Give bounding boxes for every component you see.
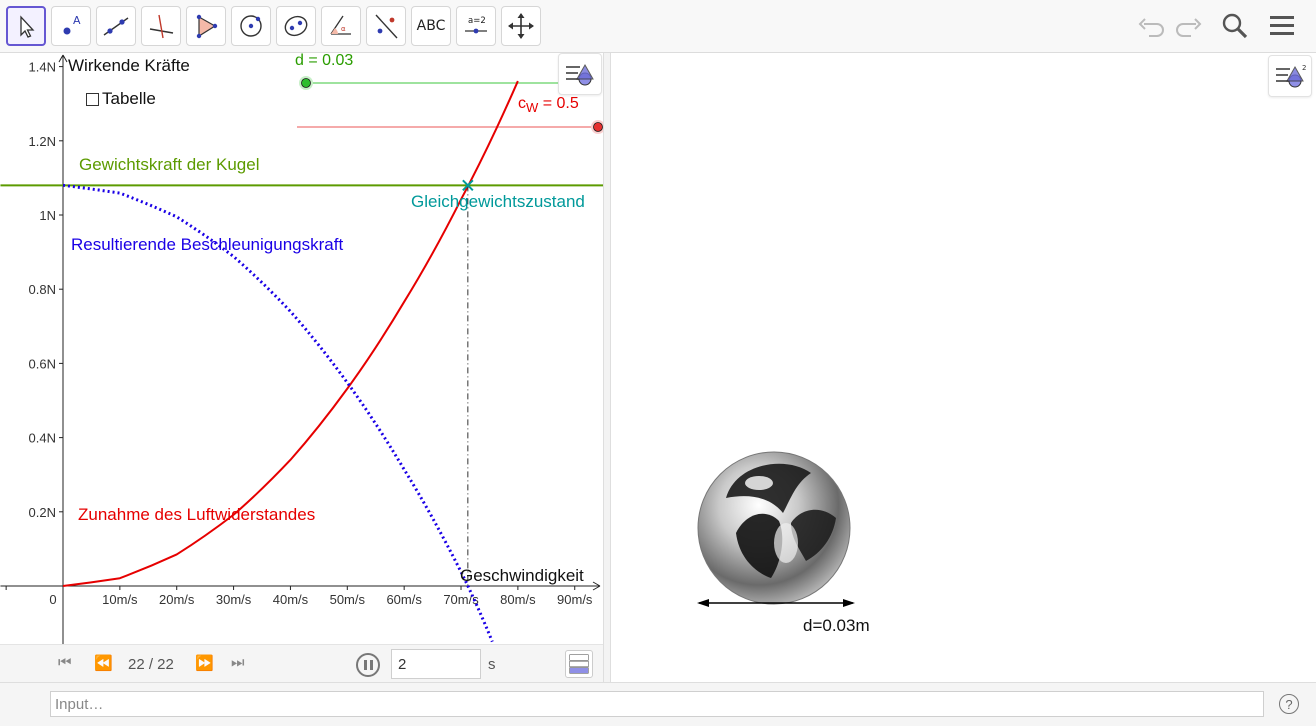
equilibrium-label: Gleichgewichtszustand	[411, 192, 585, 211]
svg-text:α: α	[341, 25, 346, 33]
undo-icon	[1138, 18, 1164, 37]
text-tool-button[interactable]: ABC	[411, 6, 451, 46]
y-tick-label: 0.8N	[29, 282, 56, 297]
input-bar: ?	[0, 682, 1316, 726]
origin-label: 0	[49, 592, 56, 607]
next-step-icon[interactable]: ⏩	[195, 654, 214, 672]
move-tool-button[interactable]	[6, 6, 46, 46]
polygon-tool-button[interactable]	[186, 6, 226, 46]
polygon-icon	[196, 14, 218, 39]
graphics-view-2[interactable]: 2 d=0.03m	[611, 53, 1316, 682]
reflect-tool-button[interactable]	[366, 6, 406, 46]
pause-button[interactable]	[356, 653, 380, 677]
y-tick-label: 1.4N	[29, 60, 56, 75]
perpendicular-line-icon	[149, 14, 174, 39]
circle-tool-button[interactable]	[231, 6, 271, 46]
point-icon: A	[63, 14, 81, 35]
slider-cw-knob	[593, 122, 603, 132]
resultant-force-label: Resultierende Beschleunigungskraft	[71, 235, 344, 254]
steel-ball-image	[697, 451, 851, 605]
text-icon: ABC	[416, 18, 446, 34]
slider-cw-subscript: W	[526, 100, 539, 116]
search-icon	[1222, 13, 1248, 39]
circle-icon	[240, 15, 262, 37]
diameter-arrow	[697, 599, 855, 607]
checkbox-label: Tabelle	[102, 89, 156, 108]
table-icon	[569, 654, 589, 674]
line-tool-button[interactable]	[96, 6, 136, 46]
y-tick-label: 1N	[39, 208, 56, 223]
graphics-view-1[interactable]: 10m/s 20m/s 30m/s 40m/s 50m/s 60m/s 70m/s 80m/s…	[0, 53, 603, 644]
slider-d-label: d = 0.03	[295, 53, 354, 69]
y-tick-label: 0.4N	[29, 431, 56, 446]
style-bar-icon: 2	[1276, 64, 1306, 88]
drag-increase-label: Zunahme des Luftwiderstandes	[78, 505, 316, 524]
animation-bar: ⏮ ⏪ 22 / 22 ⏩ ⏭ s	[0, 644, 603, 682]
x-tick-label: 90m/s	[557, 592, 593, 607]
slider-icon: a=2	[465, 16, 487, 34]
previous-step-icon[interactable]: ⏪	[94, 654, 113, 672]
style-bar-icon	[566, 63, 594, 86]
y-tick-label: 0.6N	[29, 356, 56, 371]
undo-button[interactable]	[1133, 8, 1169, 44]
slider-cw-name: c	[518, 95, 526, 112]
angle-icon: α	[330, 15, 351, 35]
geogebra-app: A α ABC a=2 10m/s 20m/s 30m/s 40m/s 50m/…	[0, 0, 1316, 726]
search-button[interactable]	[1217, 8, 1253, 44]
perpendicular-line-tool-button[interactable]	[141, 6, 181, 46]
y-tick-label: 1.2N	[29, 134, 56, 149]
slider-cw-label: cW = 0.5	[518, 95, 579, 115]
x-tick-label: 60m/s	[386, 592, 422, 607]
redo-button[interactable]	[1171, 8, 1207, 44]
x-tick-label: 50m/s	[330, 592, 366, 607]
menu-button[interactable]	[1264, 8, 1300, 44]
checkbox-box[interactable]	[86, 92, 99, 106]
style-bar-toggle-2[interactable]: 2	[1268, 55, 1312, 97]
toolbar: A α ABC a=2	[0, 0, 1316, 53]
table-checkbox[interactable]: Tabelle	[86, 89, 156, 109]
svg-text:a=2: a=2	[468, 16, 486, 26]
angle-tool-button[interactable]: α	[321, 6, 361, 46]
menu-icon	[1270, 16, 1294, 35]
y-tick-label: 0.2N	[29, 505, 56, 520]
x-axis-label: Geschwindigkeit	[460, 566, 584, 585]
move-graphics-view-tool-button[interactable]	[501, 6, 541, 46]
slider-cw-value: = 0.5	[538, 95, 579, 112]
x-tick-label: 30m/s	[216, 592, 252, 607]
speed-unit-label: s	[488, 656, 496, 673]
weight-force-label: Gewichtskraft der Kugel	[79, 155, 260, 174]
line-icon	[103, 17, 129, 36]
help-button[interactable]: ?	[1279, 694, 1299, 714]
slider-d-knob	[301, 78, 311, 88]
ellipse-tool-button[interactable]	[276, 6, 316, 46]
x-tick-label: 80m/s	[500, 592, 536, 607]
last-step-icon[interactable]: ⏭	[231, 654, 245, 671]
ball-diameter-label: d=0.03m	[803, 616, 870, 635]
view-divider[interactable]	[603, 53, 611, 682]
chart-title: Wirkende Kräfte	[68, 56, 190, 75]
ellipse-icon	[284, 15, 308, 37]
first-step-icon[interactable]: ⏮	[58, 654, 72, 671]
reflect-icon	[375, 14, 398, 39]
svg-text:2: 2	[1302, 64, 1306, 72]
redo-icon	[1176, 18, 1202, 37]
point-tool-button[interactable]: A	[51, 6, 91, 46]
table-view-button[interactable]	[565, 650, 593, 678]
move-view-icon	[508, 13, 534, 39]
x-tick-label: 20m/s	[159, 592, 195, 607]
svg-text:A: A	[73, 14, 81, 27]
animation-speed-input[interactable]	[391, 649, 481, 679]
force-chart: 10m/s 20m/s 30m/s 40m/s 50m/s 60m/s 70m/s 80m/s…	[0, 54, 603, 644]
algebra-input-field[interactable]	[50, 691, 1264, 717]
arrow-cursor-icon	[20, 15, 35, 38]
x-tick-label: 10m/s	[102, 592, 138, 607]
style-bar-toggle-1[interactable]	[558, 53, 602, 95]
slider-tool-button[interactable]: a=2	[456, 6, 496, 46]
animation-step-count: 22 / 22	[128, 656, 174, 673]
x-tick-label: 40m/s	[273, 592, 309, 607]
